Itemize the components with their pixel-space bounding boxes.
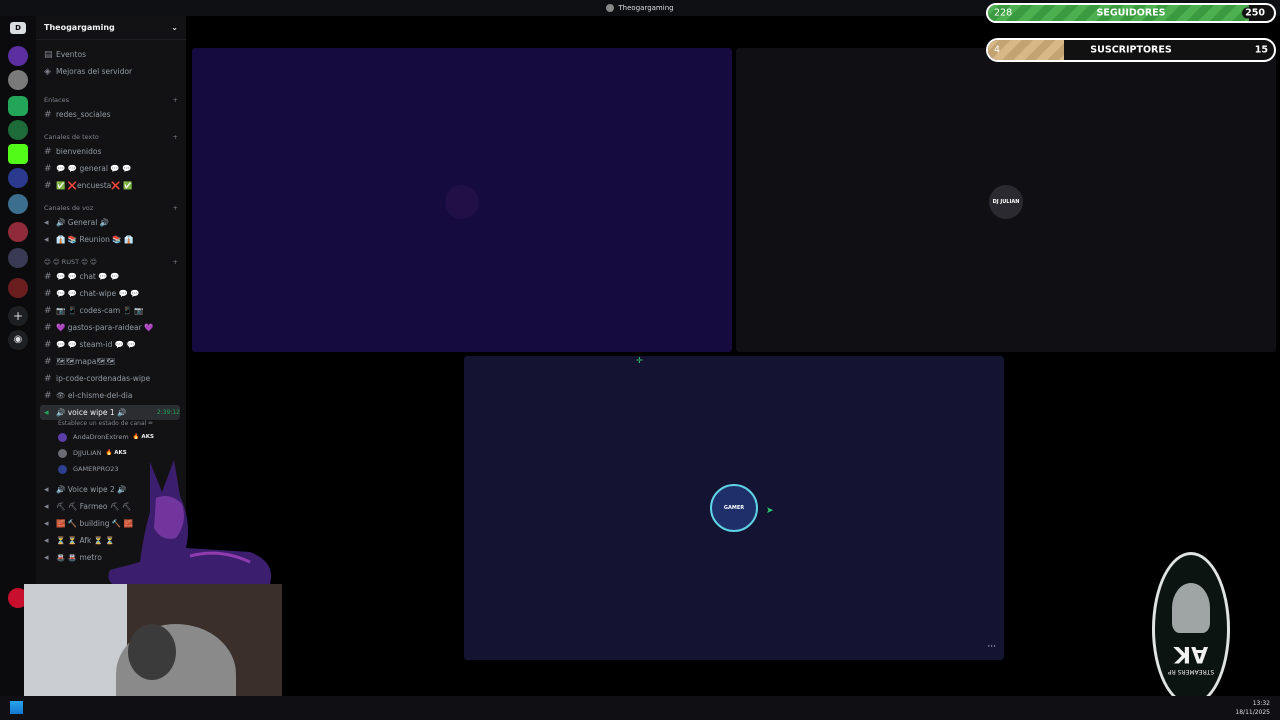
channel-chat-wipe[interactable]: # 💬 💬 chat-wipe 💬 💬 bbox=[44, 286, 180, 301]
emblem-text: STREAMERS RP bbox=[1167, 668, 1215, 675]
hash-icon: # bbox=[44, 390, 52, 401]
hash-icon: # bbox=[44, 373, 52, 384]
avatar bbox=[58, 464, 67, 474]
speaker-icon: ◂ bbox=[44, 501, 49, 512]
phoenix-icon bbox=[1172, 583, 1210, 633]
avatar: GAMER bbox=[710, 484, 758, 532]
speaker-icon: ◂ bbox=[44, 552, 49, 563]
voice-member[interactable]: AndaDronExtrem 🔥 AKS bbox=[58, 430, 154, 444]
hash-icon: # bbox=[44, 322, 52, 333]
hash-icon: # bbox=[44, 339, 52, 350]
avatar bbox=[58, 448, 67, 458]
server-icon-3[interactable] bbox=[8, 96, 28, 116]
stream-tile-3[interactable]: GAMER ··· bbox=[464, 356, 1004, 660]
explore-icon[interactable]: ◉ bbox=[8, 330, 28, 350]
followers-goal-bar: 228 SEGUIDORES 250 bbox=[986, 3, 1276, 23]
add-server-icon[interactable]: + bbox=[8, 306, 28, 326]
subscribers-label: SUSCRIPTORES bbox=[1090, 44, 1172, 56]
boost-icon: ◈ bbox=[44, 66, 51, 77]
hash-icon: # bbox=[44, 288, 52, 299]
channel-gastos[interactable]: # 💜 gastos-para-raidear 💜 bbox=[44, 320, 180, 335]
voice-channel-general[interactable]: ◂ 🔊 General 🔊 bbox=[44, 215, 180, 230]
dog-overlay-image bbox=[108, 460, 272, 588]
server-icon-6[interactable] bbox=[8, 168, 28, 188]
hash-icon: # bbox=[44, 305, 52, 316]
server-icon-1[interactable] bbox=[8, 46, 28, 66]
kick-server-icon[interactable] bbox=[8, 144, 28, 164]
calendar-icon: ▤ bbox=[44, 49, 53, 60]
system-clock[interactable]: 13:32 18/11/2025 bbox=[1235, 699, 1270, 717]
server-header[interactable]: Theogargaming ⌄ bbox=[36, 16, 186, 40]
more-options-icon[interactable]: ··· bbox=[987, 642, 996, 652]
server-icon-4[interactable] bbox=[8, 120, 28, 140]
channel-general[interactable]: # 💬 💬 general 💬 💬 bbox=[44, 161, 180, 176]
voice-channel-reunion[interactable]: ◂ 👔 📚 Reunion 📚 👔 bbox=[44, 232, 180, 247]
taskbar: 13:32 18/11/2025 bbox=[0, 696, 1280, 720]
streamer-head bbox=[128, 624, 176, 680]
hash-icon: # bbox=[44, 356, 52, 367]
avatar: DJ JULIAN bbox=[989, 185, 1023, 219]
server-icon-10[interactable] bbox=[8, 278, 28, 298]
window-title: Theogargaming bbox=[618, 4, 674, 12]
server-icon-8[interactable] bbox=[8, 222, 28, 242]
subscribers-goal: 15 bbox=[1254, 44, 1268, 56]
subscribers-goal-bar: 4 SUSCRIPTORES 15 bbox=[986, 38, 1276, 62]
hash-icon: # bbox=[44, 146, 52, 157]
avatar bbox=[58, 432, 67, 442]
channel-steam-id[interactable]: # 💬 💬 steam-id 💬 💬 bbox=[44, 337, 180, 352]
channel-codes-cam[interactable]: # 📷 📱 codes-cam 📱 📷 bbox=[44, 303, 180, 318]
channel-ip-code[interactable]: # ip-code-cordenadas-wipe bbox=[44, 371, 180, 386]
speaker-icon: ◂ bbox=[44, 484, 49, 495]
channel-encuesta[interactable]: # ✅ ❌encuesta❌ ✅ bbox=[44, 178, 180, 193]
voice-timer: 2:39:12 bbox=[156, 409, 180, 416]
speaker-icon: ◂ bbox=[44, 234, 49, 245]
mouse-cursor-icon: ➤ bbox=[766, 506, 774, 516]
server-icon-9[interactable] bbox=[8, 248, 28, 268]
server-icon bbox=[606, 4, 615, 12]
server-icon-2[interactable] bbox=[8, 70, 28, 90]
discord-home-icon[interactable]: D bbox=[10, 22, 26, 34]
ak-streamers-emblem: AK STREAMERS RP bbox=[1152, 552, 1230, 706]
channel-chisme[interactable]: # 👁 el-chisme-del-dia bbox=[44, 388, 180, 403]
chevron-down-icon: ⌄ bbox=[171, 23, 178, 32]
channel-status[interactable]: Establece un estado de canal ✏ bbox=[58, 420, 153, 427]
speaker-icon: ◂ bbox=[44, 518, 49, 529]
hash-icon: # bbox=[44, 180, 52, 191]
followers-label: SEGUIDORES bbox=[1096, 7, 1166, 19]
hash-icon: # bbox=[44, 163, 52, 174]
stream-tile-2[interactable]: DJ JULIAN bbox=[736, 48, 1276, 352]
speaker-icon: ◂ bbox=[44, 217, 49, 228]
speaker-icon: ◂ bbox=[44, 535, 49, 546]
crosshair-cursor-icon: ✛ bbox=[636, 356, 643, 365]
voice-channel-wipe-1[interactable]: ◂ 🔊 voice wipe 1 🔊 2:39:12 bbox=[40, 405, 180, 420]
channel-mapa[interactable]: # 🗺🗺mapa🗺🗺 bbox=[44, 354, 180, 369]
avatar bbox=[445, 185, 479, 219]
server-name: Theogargaming bbox=[44, 23, 115, 32]
channel-redes-sociales[interactable]: # redes_sociales bbox=[44, 107, 180, 122]
channel-bienvenidos[interactable]: # bienvenidos bbox=[44, 144, 180, 159]
sidebar-item-events[interactable]: ▤ Eventos bbox=[44, 47, 180, 62]
windows-start-icon[interactable] bbox=[10, 701, 23, 714]
server-icon-7[interactable] bbox=[8, 194, 28, 214]
stream-tile-1[interactable] bbox=[192, 48, 732, 352]
hash-icon: # bbox=[44, 109, 52, 120]
sidebar-item-boosts[interactable]: ◈ Mejoras del servidor bbox=[44, 64, 180, 79]
followers-goal: 250 bbox=[1242, 7, 1268, 19]
speaker-icon: ◂ bbox=[44, 407, 49, 418]
hash-icon: # bbox=[44, 271, 52, 282]
emblem-letters: AK bbox=[1173, 641, 1209, 666]
channel-chat[interactable]: # 💬 💬 chat 💬 💬 bbox=[44, 269, 180, 284]
